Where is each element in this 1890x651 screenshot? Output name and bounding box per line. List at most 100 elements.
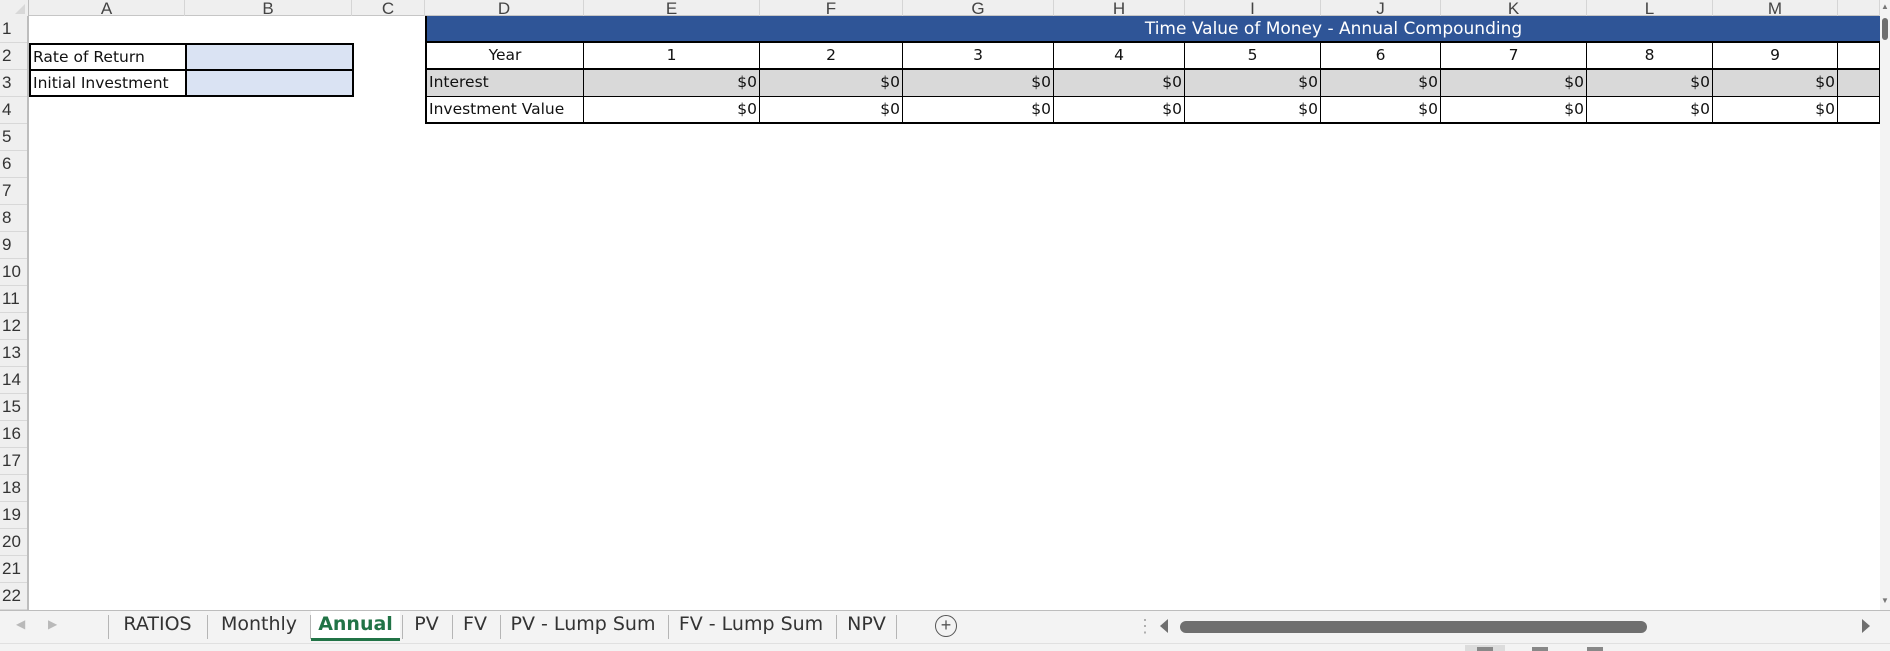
sheet-tab-fv[interactable]: FV [453, 611, 497, 641]
row-header[interactable]: 7 [0, 178, 27, 205]
investment-value-cell[interactable]: $0 [1713, 97, 1838, 124]
column-header-h[interactable]: H [1054, 0, 1185, 16]
investment-value-cell[interactable]: $0 [584, 97, 760, 124]
interest-cell[interactable]: $0 [1054, 70, 1185, 97]
sheet-tab-bar: ◀ ▶ RATIOS Monthly Annual PV FV PV - Lump Sum… [0, 610, 1890, 643]
column-header-c[interactable]: C [352, 0, 425, 16]
vertical-scrollbar[interactable]: ▲ ▼ [1880, 0, 1890, 610]
investment-value-cell[interactable]: $0 [903, 97, 1054, 124]
year-cell[interactable]: 3 [903, 43, 1054, 70]
interest-cell[interactable]: $0 [584, 70, 760, 97]
sheet-tab-npv[interactable]: NPV [837, 611, 896, 641]
scroll-down-icon[interactable]: ▼ [1881, 596, 1889, 605]
row-header[interactable]: 6 [0, 151, 27, 178]
column-header-m[interactable]: M [1713, 0, 1838, 16]
page-break-icon [1587, 647, 1603, 651]
row-header[interactable]: 1 [0, 16, 27, 43]
row-header[interactable]: 12 [0, 313, 27, 340]
rate-of-return-input[interactable] [185, 43, 354, 71]
column-header-j[interactable]: J [1321, 0, 1441, 16]
tab-next-icon[interactable]: ▶ [48, 617, 57, 631]
investment-value-cell[interactable]: $0 [760, 97, 903, 124]
investment-value-cell[interactable]: $0 [1587, 97, 1713, 124]
sheet-tab-ratios[interactable]: RATIOS [109, 611, 206, 641]
cell-grid[interactable]: Rate of Return Initial Investment Time V… [29, 16, 1880, 610]
year-cell[interactable]: 2 [760, 43, 903, 70]
column-header-b[interactable]: B [185, 0, 352, 16]
interest-cell[interactable]: $0 [1321, 70, 1441, 97]
column-header-a[interactable]: A [29, 0, 185, 16]
year-cell[interactable] [1838, 43, 1880, 70]
column-header-i[interactable]: I [1185, 0, 1321, 16]
scroll-up-icon[interactable]: ▲ [1881, 2, 1889, 11]
column-header-d[interactable]: D [425, 0, 584, 16]
vertical-scroll-thumb[interactable] [1882, 18, 1888, 40]
row-header[interactable]: 3 [0, 70, 27, 97]
scroll-right-icon[interactable] [1862, 619, 1870, 633]
column-header-f[interactable]: F [760, 0, 903, 16]
sheet-tab-annual[interactable]: Annual [311, 611, 400, 641]
row-header[interactable]: 2 [0, 43, 27, 70]
row-header[interactable]: 11 [0, 286, 27, 313]
row-header[interactable]: 13 [0, 340, 27, 367]
row-header[interactable]: 10 [0, 259, 27, 286]
tab-separator [896, 615, 897, 639]
normal-view-icon [1477, 647, 1493, 651]
investment-value-cell[interactable]: $0 [1321, 97, 1441, 124]
rate-of-return-label: Rate of Return [29, 43, 187, 71]
interest-cell[interactable]: $0 [1587, 70, 1713, 97]
row-header[interactable]: 5 [0, 124, 27, 151]
row-header[interactable]: 14 [0, 367, 27, 394]
investment-value-cell[interactable]: $0 [1185, 97, 1321, 124]
investment-value-cell[interactable]: $0 [1441, 97, 1587, 124]
sheet-tab-pv[interactable]: PV [403, 611, 450, 641]
row-header[interactable]: 16 [0, 421, 27, 448]
interest-cell[interactable]: $0 [903, 70, 1054, 97]
year-cell[interactable]: 7 [1441, 43, 1587, 70]
year-cell[interactable]: 5 [1185, 43, 1321, 70]
row-header[interactable]: 21 [0, 556, 27, 583]
sheet-tab-pv-lump-sum[interactable]: PV - Lump Sum [501, 611, 665, 641]
column-header-n[interactable] [1838, 0, 1880, 16]
investment-value-cell[interactable]: $0 [1054, 97, 1185, 124]
sheet-tab-monthly[interactable]: Monthly [208, 611, 310, 641]
page-layout-view-button[interactable] [1520, 645, 1560, 651]
row-header[interactable]: 22 [0, 583, 27, 610]
add-sheet-icon[interactable]: + [935, 615, 957, 637]
initial-investment-input[interactable] [185, 69, 354, 97]
row-header[interactable]: 15 [0, 394, 27, 421]
interest-cell[interactable]: $0 [1441, 70, 1587, 97]
select-all-corner[interactable] [0, 0, 29, 16]
page-break-view-button[interactable] [1575, 645, 1615, 651]
investment-value-cell[interactable] [1838, 97, 1880, 124]
row-header[interactable]: 9 [0, 232, 27, 259]
scroll-left-icon[interactable] [1160, 619, 1168, 633]
column-header-g[interactable]: G [903, 0, 1054, 16]
column-header-e[interactable]: E [584, 0, 760, 16]
year-cell[interactable]: 9 [1713, 43, 1838, 70]
interest-cell[interactable] [1838, 70, 1880, 97]
column-header-k[interactable]: K [1441, 0, 1587, 16]
column-header-l[interactable]: L [1587, 0, 1713, 16]
interest-row-label: Interest [425, 70, 584, 97]
year-cell[interactable]: 1 [584, 43, 760, 70]
sheet-tab-fv-lump-sum[interactable]: FV - Lump Sum [669, 611, 833, 641]
year-cell[interactable]: 4 [1054, 43, 1185, 70]
row-headers: 1 2 3 4 5 6 7 8 9 10 11 12 13 14 15 16 1… [0, 16, 29, 610]
row-header[interactable]: 18 [0, 475, 27, 502]
normal-view-button[interactable] [1465, 645, 1505, 651]
interest-cell[interactable]: $0 [1713, 70, 1838, 97]
interest-cell[interactable]: $0 [760, 70, 903, 97]
horizontal-scroll-thumb[interactable] [1180, 621, 1647, 633]
horizontal-scrollbar[interactable] [1152, 611, 1880, 641]
year-cell[interactable]: 8 [1587, 43, 1713, 70]
row-header[interactable]: 8 [0, 205, 27, 232]
year-cell[interactable]: 6 [1321, 43, 1441, 70]
row-header[interactable]: 19 [0, 502, 27, 529]
tab-prev-icon[interactable]: ◀ [16, 617, 25, 631]
row-header[interactable]: 4 [0, 97, 27, 124]
row-header[interactable]: 20 [0, 529, 27, 556]
interest-cell[interactable]: $0 [1185, 70, 1321, 97]
initial-investment-label: Initial Investment [29, 69, 187, 97]
row-header[interactable]: 17 [0, 448, 27, 475]
